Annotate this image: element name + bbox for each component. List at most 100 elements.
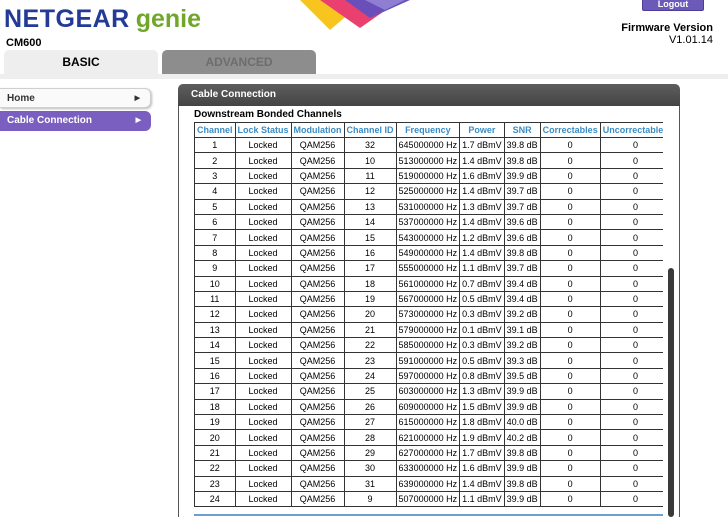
table-cell: QAM256	[290, 367, 345, 385]
table-cell: 0	[599, 490, 663, 508]
table-cell: 0	[539, 183, 601, 200]
decorative-swoosh-graphic	[300, 0, 410, 30]
table-cell: 1.5 dBmV	[459, 398, 505, 416]
table-header-row: Channel Lock Status Modulation Channel ID Fr…	[194, 122, 663, 138]
table-cell: 0	[599, 213, 663, 231]
table-cell: 507000000 Hz	[395, 490, 461, 508]
table-cell: 0	[539, 229, 601, 246]
table-cell: QAM256	[290, 475, 345, 492]
table-row: 21 Locked QAM256 29 627000000 Hz 1.7 dBmV 39.8…	[194, 444, 663, 462]
firmware-version-label: Firmware Version	[621, 22, 713, 34]
table-cell: 513000000 Hz	[395, 152, 461, 169]
table-cell: QAM256	[290, 444, 345, 462]
sidebar-item-home[interactable]: Home ▶	[0, 88, 151, 108]
table-cell: 1.7 dBmV	[459, 136, 505, 154]
table-cell: 0	[599, 383, 663, 400]
model-name: CM600	[6, 37, 42, 49]
table-cell: Locked	[234, 429, 292, 446]
table-cell: 0	[539, 429, 601, 446]
table-cell: 0	[539, 275, 601, 292]
table-cell: 22	[343, 337, 397, 354]
table-cell: 0	[599, 444, 663, 462]
table-cell: 579000000 Hz	[395, 321, 461, 339]
table-cell: 519000000 Hz	[395, 167, 461, 185]
table-cell: 1.1 dBmV	[459, 260, 505, 277]
table-cell: 39.1 dB	[503, 321, 541, 339]
table-cell: 39.7 dB	[503, 183, 541, 200]
sidebar-item-cable-connection[interactable]: Cable Connection ▶	[0, 111, 151, 131]
table-cell: 15	[194, 352, 236, 369]
table-cell: QAM256	[290, 152, 345, 169]
table-cell: 40.0 dB	[503, 414, 541, 431]
table-row: 11 Locked QAM256 19 567000000 Hz 0.5 dBmV 39.4…	[194, 290, 663, 308]
brand-netgear: NETGEAR	[4, 5, 130, 33]
table-cell: 1.4 dBmV	[459, 152, 505, 169]
table-cell: 0.8 dBmV	[459, 367, 505, 385]
table-cell: 21	[343, 321, 397, 339]
table-cell: QAM256	[290, 383, 345, 400]
table-cell: 0.1 dBmV	[459, 321, 505, 339]
table-cell: 14	[194, 337, 236, 354]
table-cell: 0	[599, 398, 663, 416]
table-cell: Locked	[234, 229, 292, 246]
table-cell: 24	[343, 367, 397, 385]
table-cell: 0	[599, 414, 663, 431]
table-cell: QAM256	[290, 213, 345, 231]
column-header: Channel	[194, 122, 236, 138]
table-row: 23 Locked QAM256 31 639000000 Hz 1.4 dBmV 39.8…	[194, 475, 663, 492]
table-cell: Locked	[234, 213, 292, 231]
table-cell: QAM256	[290, 429, 345, 446]
table-cell: 0	[599, 260, 663, 277]
panel-title: Cable Connection	[178, 84, 680, 106]
table-cell: 0.3 dBmV	[459, 337, 505, 354]
table-cell: 0	[599, 229, 663, 246]
table-cell: 0.5 dBmV	[459, 290, 505, 308]
table-cell: Locked	[234, 136, 292, 154]
table-cell: 1.4 dBmV	[459, 475, 505, 492]
scrollbar-thumb[interactable]	[668, 268, 674, 517]
table-cell: 537000000 Hz	[395, 213, 461, 231]
table-cell: 0	[599, 306, 663, 323]
table-cell: 1.4 dBmV	[459, 183, 505, 200]
table-cell: 0	[599, 321, 663, 339]
table-cell: Locked	[234, 167, 292, 185]
table-cell: 0	[539, 460, 601, 477]
tab-advanced[interactable]: ADVANCED	[162, 50, 316, 74]
table-row: 19 Locked QAM256 27 615000000 Hz 1.8 dBmV 40.0…	[194, 414, 663, 431]
table-cell: 1.4 dBmV	[459, 244, 505, 262]
table-cell: 13	[194, 321, 236, 339]
table-cell: 567000000 Hz	[395, 290, 461, 308]
table-cell: 0	[539, 337, 601, 354]
column-header: Correctables	[539, 122, 601, 138]
table-cell: 585000000 Hz	[395, 337, 461, 354]
table-cell: 1.4 dBmV	[459, 213, 505, 231]
table-cell: 6	[194, 213, 236, 231]
table-row: 17 Locked QAM256 25 603000000 Hz 1.3 dBmV 39.9…	[194, 383, 663, 400]
sidebar-item-label: Home	[7, 93, 35, 104]
table-cell: 0	[599, 167, 663, 185]
table-cell: 0	[539, 306, 601, 323]
table-row: 7 Locked QAM256 15 543000000 Hz 1.2 dBmV 39.6 …	[194, 229, 663, 246]
table-cell: Locked	[234, 367, 292, 385]
table-cell: Locked	[234, 198, 292, 215]
table-cell: 18	[194, 398, 236, 416]
table-cell: 39.4 dB	[503, 275, 541, 292]
table-cell: Locked	[234, 383, 292, 400]
logout-button[interactable]: Logout	[642, 0, 704, 11]
tab-bar-divider	[0, 74, 728, 79]
table-cell: 39.8 dB	[503, 475, 541, 492]
table-cell: 639000000 Hz	[395, 475, 461, 492]
table-row: 1 Locked QAM256 32 645000000 Hz 1.7 dBmV 39.8 …	[194, 136, 663, 154]
table-cell: 10	[194, 275, 236, 292]
table-cell: Locked	[234, 321, 292, 339]
table-cell: 3	[194, 167, 236, 185]
table-row: 6 Locked QAM256 14 537000000 Hz 1.4 dBmV 39.6 …	[194, 213, 663, 231]
table-cell: Locked	[234, 337, 292, 354]
table-cell: QAM256	[290, 460, 345, 477]
table-cell: QAM256	[290, 229, 345, 246]
table-cell: Locked	[234, 260, 292, 277]
table-cell: 1.9 dBmV	[459, 429, 505, 446]
table-cell: 40.2 dB	[503, 429, 541, 446]
table-cell: 597000000 Hz	[395, 367, 461, 385]
tab-basic[interactable]: BASIC	[4, 50, 158, 74]
